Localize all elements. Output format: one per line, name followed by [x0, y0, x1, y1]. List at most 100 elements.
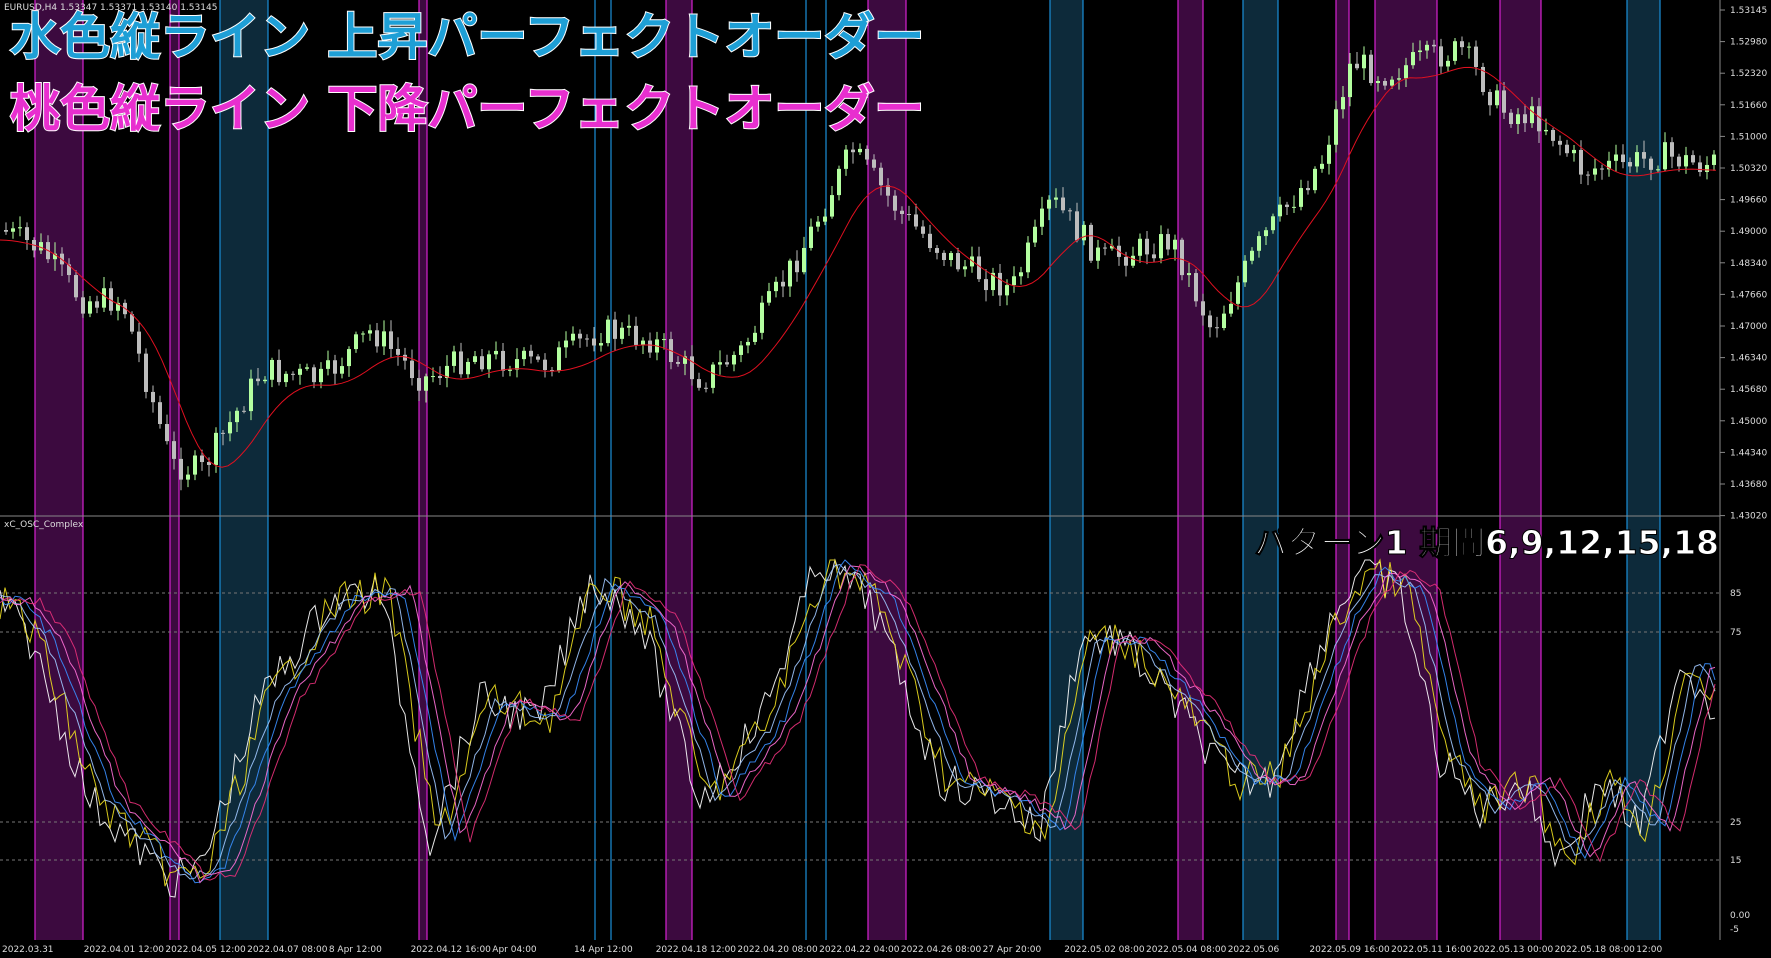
candle-body	[473, 356, 477, 362]
candle-body	[1600, 168, 1604, 170]
candle-body	[487, 354, 491, 370]
time-label: 2022.04.07 08:00	[247, 945, 328, 955]
candle-body	[1201, 301, 1205, 316]
candle-body	[1124, 256, 1128, 266]
candle-body	[11, 228, 15, 232]
time-label: 2022.03.31	[2, 945, 54, 955]
candle-body	[1159, 234, 1163, 259]
candle-body	[900, 210, 904, 215]
order-bands	[34, 0, 1661, 940]
candle-body	[1145, 238, 1149, 255]
time-label: 2022.04.05 12:00	[165, 945, 246, 955]
pink-band	[419, 0, 427, 940]
candle-body	[837, 168, 841, 196]
candle-body	[1271, 216, 1275, 231]
candle-body	[438, 376, 442, 379]
time-label: 2022.05.18 08:00	[1555, 945, 1636, 955]
candle-body	[1642, 152, 1646, 159]
candle-body	[641, 340, 645, 345]
candle-body	[1663, 142, 1667, 170]
candle-body	[95, 301, 99, 308]
candle-body	[1670, 142, 1674, 157]
time-label: 2022.05.06	[1228, 945, 1280, 955]
candle-body	[1621, 154, 1625, 163]
candle-body	[1404, 65, 1408, 79]
candle-body	[1537, 106, 1541, 132]
candle-body	[1215, 327, 1219, 329]
candle-body	[1089, 224, 1093, 261]
price-label: 1.48340	[1730, 259, 1767, 269]
time-label: 2022.04.20 08:00	[737, 945, 818, 955]
candle-body	[690, 356, 694, 380]
candle-body	[1523, 114, 1527, 124]
candle-body	[25, 227, 29, 241]
price-label: 1.53145	[1730, 6, 1767, 16]
candle-body	[452, 351, 456, 366]
pink-band	[1375, 0, 1437, 940]
candle-body	[88, 301, 92, 314]
price-label: 1.45680	[1730, 385, 1767, 395]
pattern-label: パターン1 期間6,9,12,15,18	[1254, 523, 1720, 563]
candle-body	[1628, 162, 1632, 167]
candle-body	[480, 356, 484, 370]
time-label: 2022.05.04 08:00	[1146, 945, 1227, 955]
time-label: 2022.05.02 08:00	[1064, 945, 1145, 955]
time-label: 2022.05.13 00:00	[1473, 945, 1554, 955]
candle-body	[1544, 129, 1548, 132]
time-label: 2022.04.22 04:00	[819, 945, 900, 955]
candle-body	[1677, 156, 1681, 167]
candle-body	[361, 333, 365, 335]
candle-body	[662, 339, 666, 341]
trading-chart[interactable]: 85 75 25 15 0.00 -5 1.53145 1.52980 1.52320 1.51…	[0, 0, 1771, 958]
candle-body	[935, 248, 939, 253]
candle-body	[648, 340, 652, 353]
price-axis: 1.53145 1.52980 1.52320 1.51660 1.51000 1.503…	[1720, 6, 1767, 522]
candle-body	[158, 402, 162, 425]
candle-body	[1152, 254, 1156, 259]
candle-body	[732, 354, 736, 365]
candle-body	[1012, 276, 1016, 286]
candle-body	[1166, 234, 1170, 250]
candle-body	[1187, 273, 1191, 276]
candle-body	[39, 242, 43, 251]
time-label: 12:00	[1636, 945, 1662, 955]
candle-body	[809, 226, 813, 248]
candle-body	[1572, 149, 1576, 154]
candle-body	[1061, 197, 1065, 211]
candle-body	[1565, 144, 1569, 154]
candle-body	[459, 351, 463, 375]
candle-body	[1502, 90, 1506, 113]
candle-body	[1432, 44, 1436, 47]
candle-body	[1614, 154, 1618, 161]
candle-body	[1390, 79, 1394, 86]
candle-body	[515, 359, 519, 370]
candle-body	[893, 195, 897, 211]
candle-body	[578, 333, 582, 339]
candle-body	[1691, 155, 1695, 163]
level-label: 25	[1730, 818, 1741, 828]
candle-body	[536, 356, 540, 360]
candle-body	[501, 350, 505, 371]
pink-band	[666, 0, 692, 940]
candle-body	[1082, 224, 1086, 241]
candle-body	[1334, 109, 1338, 145]
candle-body	[249, 378, 253, 412]
candle-body	[1418, 50, 1422, 53]
candle-body	[214, 432, 218, 465]
candle-body	[1684, 155, 1688, 167]
candle-body	[1712, 154, 1716, 165]
candle-body	[1376, 81, 1380, 84]
candle-body	[1327, 144, 1331, 164]
cyan-band	[220, 0, 268, 940]
candle-body	[711, 364, 715, 388]
level-label: 0.00	[1730, 911, 1750, 921]
candle-body	[865, 148, 869, 160]
candle-body	[466, 361, 470, 375]
candle-body	[788, 260, 792, 287]
candle-body	[1313, 168, 1317, 191]
time-label: 2022.05.09 16:00	[1309, 945, 1390, 955]
time-label: 8 Apr 12:00	[329, 945, 382, 955]
candle-body	[963, 266, 967, 270]
level-label: 75	[1730, 628, 1741, 638]
candle-body	[816, 221, 820, 227]
